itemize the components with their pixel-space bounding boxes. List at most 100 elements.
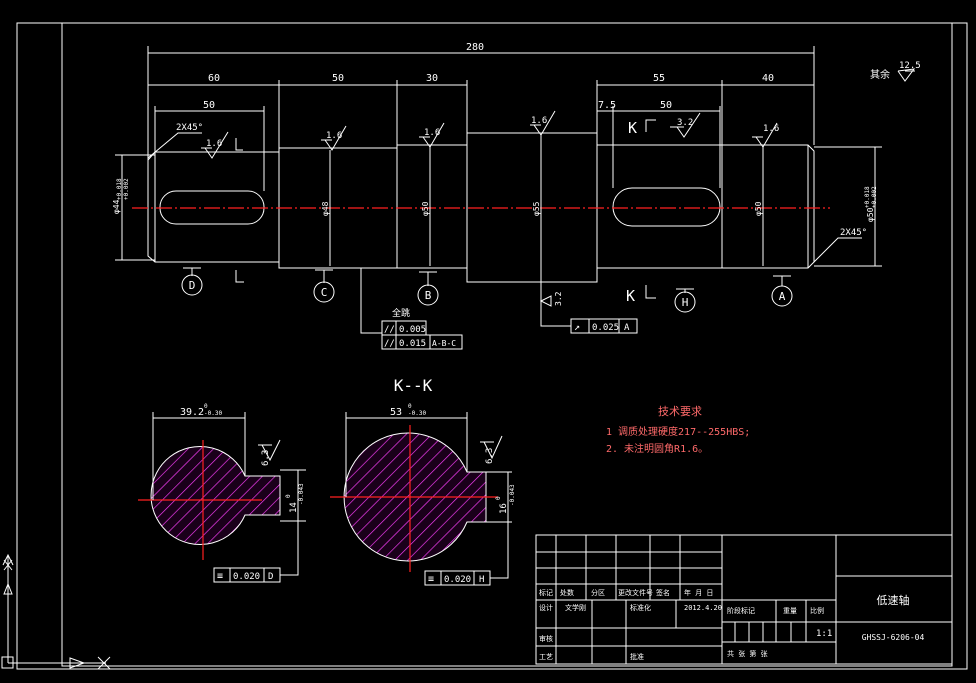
sec-right-key: 16 — [499, 503, 509, 514]
tb-h-sign: 签名 — [656, 588, 670, 597]
sec-right-sym-val: 0.020 — [444, 575, 471, 585]
section-mark-bottom: K — [626, 287, 635, 305]
rough-5: 3.2 — [677, 118, 693, 128]
sec-right-key-tol2: -0.043 — [509, 484, 516, 506]
sec-left-rough: 6.3 — [261, 450, 271, 466]
sec-left-tol: 0 — [204, 403, 208, 410]
tb-scale-label: 比例 — [810, 606, 824, 615]
section-title: K--K — [394, 376, 433, 395]
dim-seg-b: 30 — [426, 73, 438, 84]
gdt-row2-ref: A-B-C — [432, 339, 456, 348]
outer-border — [16, 22, 968, 670]
datum-b-label: B — [425, 289, 432, 302]
notes-title: 技术要求 — [658, 405, 702, 418]
sym-leader-right — [490, 522, 509, 579]
chamfer-leader-left — [147, 132, 202, 159]
rough-4: 1.6 — [531, 116, 547, 126]
runout-sym: ↗ — [574, 322, 580, 333]
inner-frame — [61, 22, 953, 667]
sec-left-key-tol2: -0.043 — [298, 483, 305, 505]
tb-designer-label: 设计 — [539, 603, 553, 612]
tb-stage-label: 阶段标记 — [727, 606, 755, 615]
tb-drawing-no: GHSSJ-6206-04 — [862, 633, 925, 642]
dim-key-left-label: 50 — [203, 100, 215, 111]
section-arrow-top — [645, 119, 656, 132]
gdt-heading: 全跳 — [392, 307, 410, 319]
shoulder-mark — [539, 295, 552, 307]
tb-process-label: 工艺 — [539, 653, 553, 661]
sym-leader-left — [280, 521, 299, 576]
dim-overall-label: 280 — [466, 42, 484, 53]
sec-right-key-tol: 0 — [495, 496, 502, 500]
ucs-icon — [1, 553, 111, 670]
tb-sheets: 共 张 第 张 — [727, 649, 768, 658]
tb-scale-value: 1:1 — [816, 629, 832, 639]
rough-3: 1.6 — [424, 128, 440, 138]
shaft-view: φ44 +0.018 +0.002 φ48 φ50 φ55 φ50 φ50 +0… — [112, 42, 921, 350]
sec-right-tol2: -0.30 — [408, 410, 426, 417]
section-tick — [235, 138, 243, 151]
section-view-right — [330, 412, 512, 586]
tol-right-lower: +0.002 — [871, 186, 878, 208]
tb-review-label: 审核 — [539, 634, 553, 643]
dim-seg-a: 40 — [762, 73, 774, 84]
datum-d-label: D — [189, 279, 196, 292]
tb-date: 2012.4.20 — [684, 604, 722, 612]
chamfer-left: 2X45° — [176, 123, 203, 133]
gdt-row1-val: 0.005 — [399, 325, 426, 335]
dia-b: φ50 — [421, 201, 430, 216]
sec-right-width: 53 — [390, 407, 402, 418]
tb-h-mark: 标记 — [539, 588, 553, 597]
chamfer-right: 2X45° — [840, 228, 867, 238]
sec-right-tol: 0 — [408, 403, 412, 410]
dia-c: φ48 — [321, 201, 330, 216]
gdt-leader — [360, 268, 382, 334]
dim-seg-c: 50 — [332, 73, 344, 84]
dim-key-right-label: 50 — [660, 100, 672, 111]
cad-drawing: φ44 +0.018 +0.002 φ48 φ50 φ55 φ50 φ50 +0… — [1, 22, 968, 670]
tb-h-count: 处数 — [560, 588, 574, 597]
keyway-right — [612, 187, 721, 227]
tb-h-docno: 更改文件号 — [618, 588, 653, 597]
runout-val: 0.025 — [592, 323, 619, 333]
section-mark-top: K — [628, 119, 637, 137]
section-tick — [235, 270, 244, 283]
tol-left-lower: +0.002 — [123, 178, 130, 200]
dia-a: φ50 — [754, 201, 763, 216]
sec-left-sym-ref: D — [268, 572, 273, 582]
datum-h-label: H — [682, 296, 689, 309]
tb-h-zone: 分区 — [591, 588, 605, 597]
shoulder-rough: 3.2 — [554, 291, 563, 306]
dia-mid: φ55 — [532, 201, 541, 216]
dim-seg-h: 55 — [653, 73, 665, 84]
notes-line-2: 2. 未注明圆角R1.6。 — [606, 442, 708, 455]
sec-right-rough: 6.3 — [485, 448, 495, 464]
section-arrow-bottom — [645, 285, 656, 299]
sec-left-sym-val: 0.020 — [233, 572, 260, 582]
rough-others-val: 12.5 — [899, 61, 921, 71]
gdt-row2-val: 0.015 — [399, 339, 426, 349]
dia-left: φ44 — [112, 199, 121, 214]
tb-weight-label: 重量 — [783, 607, 797, 615]
runout-ref: A — [624, 323, 630, 333]
tb-std-label: 标准化 — [630, 603, 651, 612]
sec-right-sym: ≡ — [428, 574, 434, 585]
tb-h-date: 年 月 日 — [684, 588, 713, 597]
sec-right-sym-ref: H — [479, 575, 484, 585]
dim-seg-left: 60 — [208, 73, 220, 84]
tb-part-name: 低速轴 — [877, 593, 910, 607]
sec-left-width: 39.2 — [180, 407, 204, 418]
rough-1: 1.6 — [206, 139, 222, 149]
dia-right: φ50 — [866, 207, 875, 222]
tb-designer: 文学刚 — [565, 603, 586, 612]
tol-right-upper: +0.018 — [864, 186, 871, 208]
datum-a-label: A — [779, 290, 786, 303]
sec-left-tol2: -0.30 — [204, 410, 222, 417]
datum-c-label: C — [321, 286, 328, 299]
sec-left-sym: ≡ — [217, 571, 223, 582]
gdt-row2-sym: // — [384, 339, 395, 349]
chamfer-leader-right — [813, 237, 862, 263]
section-view-left — [138, 412, 306, 583]
tb-approve-label: 批准 — [630, 652, 644, 661]
tol-left-upper: +0.018 — [116, 178, 123, 200]
